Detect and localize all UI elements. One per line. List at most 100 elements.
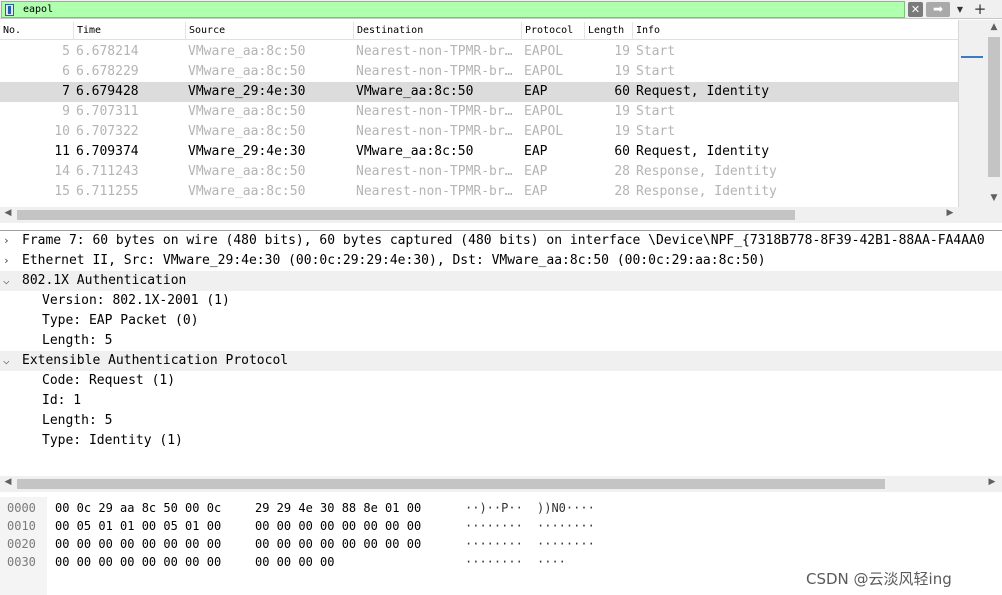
detail-text: Id: 1 <box>42 393 82 408</box>
packet-cell-destination: Nearest-non-TPMR-br… <box>356 184 513 199</box>
detail-field-row[interactable]: Code: Request (1) <box>0 371 1002 391</box>
packet-cell-protocol: EAP <box>524 184 548 199</box>
detail-text: 802.1X Authentication <box>22 273 187 288</box>
packet-cell-length: 60 <box>614 144 630 159</box>
hex-bytes1: 00 05 01 01 00 05 01 00 <box>55 519 222 533</box>
packet-row[interactable]: 14 6.711243 VMware_aa:8c:50 Nearest-non-TPM… <box>0 162 958 182</box>
packet-cell-time: 6.707322 <box>76 124 139 139</box>
packet-list-vertical-thumb[interactable] <box>988 37 1000 177</box>
packet-list-horizontal-thumb[interactable] <box>17 210 795 220</box>
hex-bytes1: 00 0c 29 aa 8c 50 00 0c <box>55 501 222 515</box>
packet-cell-protocol: EAPOL <box>524 124 564 139</box>
detail-text: Frame 7: 60 bytes on wire (480 bits), 60… <box>22 233 985 248</box>
detail-protocol-row[interactable]: › Ethernet II, Src: VMware_29:4e:30 (00:0… <box>0 251 1002 271</box>
packet-cell-source: VMware_aa:8c:50 <box>188 64 306 79</box>
filter-bookmark-icon[interactable] <box>5 4 14 16</box>
packet-row[interactable]: 15 6.711255 VMware_aa:8c:50 Nearest-non-TPM… <box>0 182 958 202</box>
packet-cell-time: 6.707311 <box>76 104 139 119</box>
column-header-time[interactable]: Time <box>74 22 186 40</box>
packet-row[interactable]: 9 6.707311 VMware_aa:8c:50 Nearest-non-TPMR… <box>0 102 958 122</box>
detail-field-row[interactable]: Length: 5 <box>0 411 1002 431</box>
packet-details-tree: › Frame 7: 60 bytes on wire (480 bits), 6… <box>0 231 1002 451</box>
column-header-destination[interactable]: Destination <box>354 22 522 40</box>
hex-row[interactable]: 0020 00 00 00 00 00 00 00 00 00 00 00 00 0… <box>0 535 1002 553</box>
add-filter-button-icon[interactable]: + <box>972 0 988 18</box>
detail-text: Code: Request (1) <box>42 373 176 388</box>
hex-ascii1: ········ <box>465 519 523 533</box>
display-filter-text[interactable]: eapol <box>23 2 53 18</box>
expanded-chevron-icon[interactable]: ⌵ <box>3 271 15 291</box>
detail-field-row[interactable]: Id: 1 <box>0 391 1002 411</box>
column-header-protocol[interactable]: Protocol <box>522 22 585 40</box>
hex-bytes1: 00 00 00 00 00 00 00 00 <box>55 537 222 551</box>
column-header-source[interactable]: Source <box>186 22 354 40</box>
packet-cell-time: 6.679428 <box>76 84 139 99</box>
hex-ascii2: ········ <box>537 519 595 533</box>
packet-cell-no: 5 <box>62 44 70 59</box>
hex-bytes2: 29 29 4e 30 88 8e 01 00 <box>255 501 422 515</box>
packet-row[interactable]: 10 6.707322 VMware_aa:8c:50 Nearest-non-TPM… <box>0 122 958 142</box>
packet-row[interactable]: 6 6.678229 VMware_aa:8c:50 Nearest-non-TPMR… <box>0 62 958 82</box>
detail-text: Extensible Authentication Protocol <box>22 353 289 368</box>
packet-row[interactable]: 11 6.709374 VMware_29:4e:30 VMware_aa:8c:50… <box>0 142 958 162</box>
column-header-no[interactable]: No. <box>0 22 74 40</box>
packet-row[interactable]: 5 6.678214 VMware_aa:8c:50 Nearest-non-TPMR… <box>0 42 958 62</box>
packet-cell-time: 6.711243 <box>76 164 139 179</box>
detail-field-row[interactable]: Length: 5 <box>0 331 1002 351</box>
packet-cell-no: 14 <box>54 164 70 179</box>
scroll-right-icon[interactable]: ▶ <box>942 208 958 218</box>
hex-bytes2: 00 00 00 00 <box>255 555 335 569</box>
clear-filter-icon[interactable]: ✕ <box>908 2 923 17</box>
expanded-chevron-icon[interactable]: ⌵ <box>3 351 15 371</box>
scroll-left-icon[interactable]: ◀ <box>0 208 16 218</box>
packet-list-horizontal-scrollbar[interactable]: ◀ ▶ <box>0 207 1002 223</box>
details-horizontal-scrollbar[interactable]: ◀ ▶ <box>0 476 1002 492</box>
hex-row[interactable]: 0010 00 05 01 01 00 05 01 00 00 00 00 00 0… <box>0 517 1002 535</box>
column-header-length[interactable]: Length <box>585 22 633 40</box>
detail-field-row[interactable]: Version: 802.1X-2001 (1) <box>0 291 1002 311</box>
scroll-right-icon[interactable]: ▶ <box>984 477 1000 487</box>
scroll-down-icon[interactable]: ▼ <box>986 193 1002 203</box>
packet-minimap[interactable] <box>958 20 986 207</box>
detail-protocol-row[interactable]: ⌵ Extensible Authentication Protocol <box>0 351 1002 371</box>
packet-cell-destination: Nearest-non-TPMR-br… <box>356 164 513 179</box>
packet-cell-length: 28 <box>614 184 630 199</box>
packet-cell-length: 60 <box>614 84 630 99</box>
display-filter-toolbar: eapol ✕ ➡ ▼ + <box>0 0 1002 19</box>
hex-bytes2: 00 00 00 00 00 00 00 00 <box>255 519 422 533</box>
detail-field-row[interactable]: Type: EAP Packet (0) <box>0 311 1002 331</box>
detail-text: Type: EAP Packet (0) <box>42 313 199 328</box>
packet-cell-source: VMware_aa:8c:50 <box>188 164 306 179</box>
packet-cell-destination: Nearest-non-TPMR-br… <box>356 124 513 139</box>
scroll-left-icon[interactable]: ◀ <box>0 477 16 487</box>
hex-offset: 0030 <box>7 555 36 569</box>
packet-cell-info: Response, Identity <box>636 164 777 179</box>
details-horizontal-thumb[interactable] <box>17 479 885 489</box>
detail-protocol-row[interactable]: › Frame 7: 60 bytes on wire (480 bits), 6… <box>0 231 1002 251</box>
apply-filter-icon[interactable]: ➡ <box>926 2 950 17</box>
collapsed-chevron-icon[interactable]: › <box>3 231 15 251</box>
packet-row[interactable]: 7 6.679428 VMware_29:4e:30 VMware_aa:8c:50 E… <box>0 82 958 102</box>
hex-ascii1: ········ <box>465 555 523 569</box>
detail-text: Type: Identity (1) <box>42 433 183 448</box>
scroll-up-icon[interactable]: ▲ <box>986 22 1002 32</box>
column-header-info[interactable]: Info <box>633 22 958 40</box>
packet-list-pane: No. Time Source Destination Protocol Len… <box>0 20 1002 223</box>
packet-cell-destination: Nearest-non-TPMR-br… <box>356 104 513 119</box>
detail-protocol-row[interactable]: ⌵ 802.1X Authentication <box>0 271 1002 291</box>
hex-ascii1: ········ <box>465 537 523 551</box>
packet-cell-protocol: EAPOL <box>524 44 564 59</box>
watermark: CSDN @云淡风轻ing <box>806 570 952 588</box>
packet-cell-info: Start <box>636 124 676 139</box>
hex-offset: 0020 <box>7 537 36 551</box>
packet-cell-source: VMware_aa:8c:50 <box>188 104 306 119</box>
packet-cell-destination: VMware_aa:8c:50 <box>356 84 474 99</box>
packet-cell-no: 11 <box>54 144 70 159</box>
packet-cell-destination: VMware_aa:8c:50 <box>356 144 474 159</box>
collapsed-chevron-icon[interactable]: › <box>3 251 15 271</box>
display-filter-input[interactable]: eapol <box>1 1 905 18</box>
minimap-selection-marker <box>961 56 983 58</box>
filter-history-chevron-down-icon[interactable]: ▼ <box>953 2 967 17</box>
detail-field-row[interactable]: Type: Identity (1) <box>0 431 1002 451</box>
hex-row[interactable]: 0000 00 0c 29 aa 8c 50 00 0c 29 29 4e 30 8… <box>0 499 1002 517</box>
